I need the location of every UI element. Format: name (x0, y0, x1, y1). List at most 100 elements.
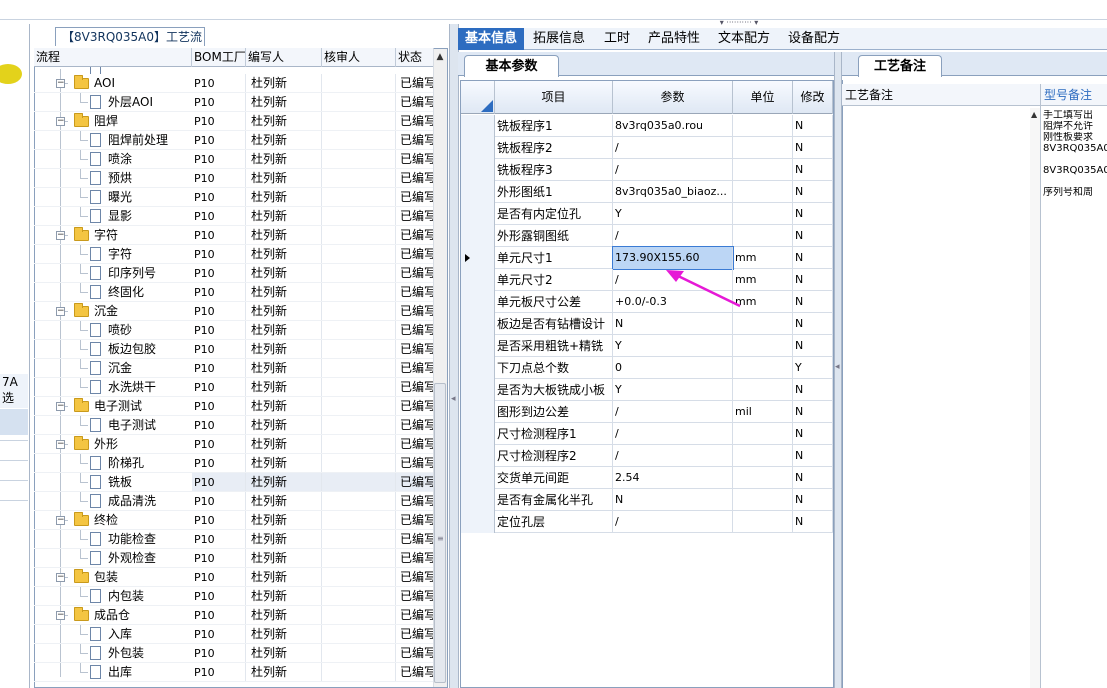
row-indicator[interactable] (461, 269, 495, 291)
grid-col-unit[interactable]: 单位 (733, 81, 793, 114)
param-row[interactable]: 是否为大板铣成小板 Y N (461, 379, 833, 401)
param-row[interactable]: 下刀点总个数 0 Y (461, 357, 833, 379)
tree-row[interactable]: 功能检查 P10 杜列新 已编写 (34, 530, 434, 549)
param-row[interactable]: 铣板程序2/ N (461, 137, 833, 159)
param-row[interactable]: 铣板程序1 8v3rq035a0.rou N (461, 115, 833, 137)
row-indicator[interactable] (461, 445, 495, 467)
scroll-up-icon[interactable]: ▲ (433, 50, 447, 64)
tree-col-flow[interactable]: 流程 (34, 48, 192, 67)
row-indicator[interactable] (461, 291, 495, 313)
tree-row[interactable]: 曝光 P10 杜列新 已编写 (34, 188, 434, 207)
tree-row[interactable]: 字符 P10 杜列新 已编写 (34, 245, 434, 264)
param-cell-value[interactable]: / (613, 511, 733, 533)
tree-row[interactable]: − 阻焊 P10 杜列新 已编写 (34, 112, 434, 131)
param-cell-modified[interactable]: N (793, 225, 833, 247)
tree-row[interactable]: 入库 P10 杜列新 已编写 (34, 625, 434, 644)
collapse-icon[interactable]: − (56, 611, 65, 620)
tree-row[interactable]: 水洗烘干 P10 杜列新 已编写 (34, 378, 434, 397)
param-cell-modified[interactable]: N (793, 511, 833, 533)
param-cell-value[interactable]: N (613, 489, 733, 511)
remark-col-model[interactable]: 型号备注 (1041, 84, 1107, 106)
collapse-icon[interactable]: − (56, 117, 65, 126)
row-indicator[interactable] (461, 159, 495, 181)
param-cell-modified[interactable]: N (793, 335, 833, 357)
param-cell-modified[interactable]: N (793, 423, 833, 445)
param-cell-value[interactable]: 2.54 (613, 467, 733, 489)
splitter-middle[interactable]: ◂ (449, 24, 459, 688)
tree-row[interactable]: 喷砂 P10 杜列新 已编写 (34, 321, 434, 340)
param-cell-modified[interactable]: N (793, 445, 833, 467)
tab-basic-info[interactable]: 基本信息 (458, 28, 524, 50)
row-indicator[interactable] (461, 357, 495, 379)
param-cell-value[interactable]: 8v3rq035a0_biaoz... (613, 181, 733, 203)
tree-col-factory[interactable]: BOM工厂 (192, 48, 246, 67)
row-indicator[interactable] (461, 115, 495, 137)
row-indicator[interactable] (461, 423, 495, 445)
tree-row[interactable]: 电子测试 P10 杜列新 已编写 (34, 416, 434, 435)
tree-row[interactable]: 预烘 P10 杜列新 已编写 (34, 169, 434, 188)
tree-row[interactable]: 铣板 P10 杜列新 已编写 (34, 473, 434, 492)
tree-row[interactable]: 阶梯孔 P10 杜列新 已编写 (34, 454, 434, 473)
tree-panel-tab[interactable]: 【8V3RQ035A0】工艺流程 (55, 27, 205, 62)
param-row[interactable]: 外形图纸1 8v3rq035a0_biaoz... N (461, 181, 833, 203)
tree-row[interactable]: − 电子测试 P10 杜列新 已编写 (34, 397, 434, 416)
param-row[interactable]: 图形到边公差 / mil N (461, 401, 833, 423)
param-cell-value[interactable]: Y (613, 203, 733, 225)
row-indicator[interactable] (461, 489, 495, 511)
tab-product-features[interactable]: 产品特性 (642, 28, 706, 50)
collapse-icon[interactable]: − (56, 516, 65, 525)
param-row[interactable]: 尺寸检测程序1/ N (461, 423, 833, 445)
param-row[interactable]: 是否有内定位孔 Y N (461, 203, 833, 225)
scroll-up-icon[interactable]: ▲ (1031, 110, 1037, 119)
param-cell-modified[interactable]: N (793, 269, 833, 291)
tree-col-author[interactable]: 编写人 (246, 48, 322, 67)
collapse-icon[interactable]: − (56, 402, 65, 411)
param-cell-modified[interactable]: N (793, 401, 833, 423)
row-indicator[interactable] (461, 467, 495, 489)
param-cell-modified[interactable]: N (793, 313, 833, 335)
tree-scroll-thumb[interactable]: ≡ (434, 383, 446, 683)
splitter-right[interactable]: ◂ (834, 52, 842, 688)
tree-row[interactable]: 印序列号 P10 杜列新 已编写 (34, 264, 434, 283)
tree-row[interactable]: − 成品仓 P10 杜列新 已编写 (34, 606, 434, 625)
param-cell-value[interactable]: / (613, 445, 733, 467)
grid-col-param[interactable]: 参数 (613, 81, 733, 114)
param-cell-value[interactable]: / (613, 423, 733, 445)
tab-basic-params[interactable]: 基本参数 (464, 55, 559, 77)
tab-text-recipe[interactable]: 文本配方 (712, 28, 776, 50)
param-row[interactable]: 铣板程序3/ N (461, 159, 833, 181)
param-row[interactable]: 是否采用粗铣+精铣 Y N (461, 335, 833, 357)
row-indicator[interactable] (461, 511, 495, 533)
tree-row[interactable]: − 外形 P10 杜列新 已编写 (34, 435, 434, 454)
left-panel-label[interactable]: 7A 选 (0, 374, 28, 408)
tree-row[interactable]: 内包装 P10 杜列新 已编写 (34, 587, 434, 606)
collapse-icon[interactable]: − (56, 307, 65, 316)
param-cell-modified[interactable]: N (793, 379, 833, 401)
tree-row[interactable]: − 包装 P10 杜列新 已编写 (34, 568, 434, 587)
tree-row[interactable]: − 字符 P10 杜列新 已编写 (34, 226, 434, 245)
param-cell-modified[interactable]: N (793, 489, 833, 511)
row-indicator[interactable] (461, 203, 495, 225)
drag-handle-icon[interactable]: ▾ ·········· ▾ (705, 19, 773, 27)
row-indicator[interactable] (461, 137, 495, 159)
tree-row[interactable]: 喷涂 P10 杜列新 已编写 (34, 150, 434, 169)
param-cell-modified[interactable]: N (793, 137, 833, 159)
param-row[interactable]: 尺寸检测程序2/ N (461, 445, 833, 467)
param-row[interactable]: 外形露铜图纸 / N (461, 225, 833, 247)
tab-process-remarks[interactable]: 工艺备注 (858, 55, 942, 77)
param-cell-value[interactable]: / (613, 159, 733, 181)
tree-col-reviewer[interactable]: 核审人 (322, 48, 396, 67)
tab-extended-info[interactable]: 拓展信息 (526, 28, 592, 50)
tree-row[interactable]: − AOI P10 杜列新 已编写 (34, 74, 434, 93)
collapse-icon[interactable]: − (56, 573, 65, 582)
row-indicator[interactable] (461, 335, 495, 357)
param-cell-value[interactable]: 8v3rq035a0.rou (613, 115, 733, 137)
param-cell-modified[interactable]: N (793, 291, 833, 313)
param-cell-modified[interactable]: N (793, 159, 833, 181)
remark-col-process[interactable]: 工艺备注 (842, 84, 1030, 106)
row-indicator[interactable] (461, 313, 495, 335)
param-cell-modified[interactable]: N (793, 115, 833, 137)
row-indicator[interactable] (461, 225, 495, 247)
row-indicator[interactable] (461, 379, 495, 401)
param-cell-modified[interactable]: N (793, 467, 833, 489)
